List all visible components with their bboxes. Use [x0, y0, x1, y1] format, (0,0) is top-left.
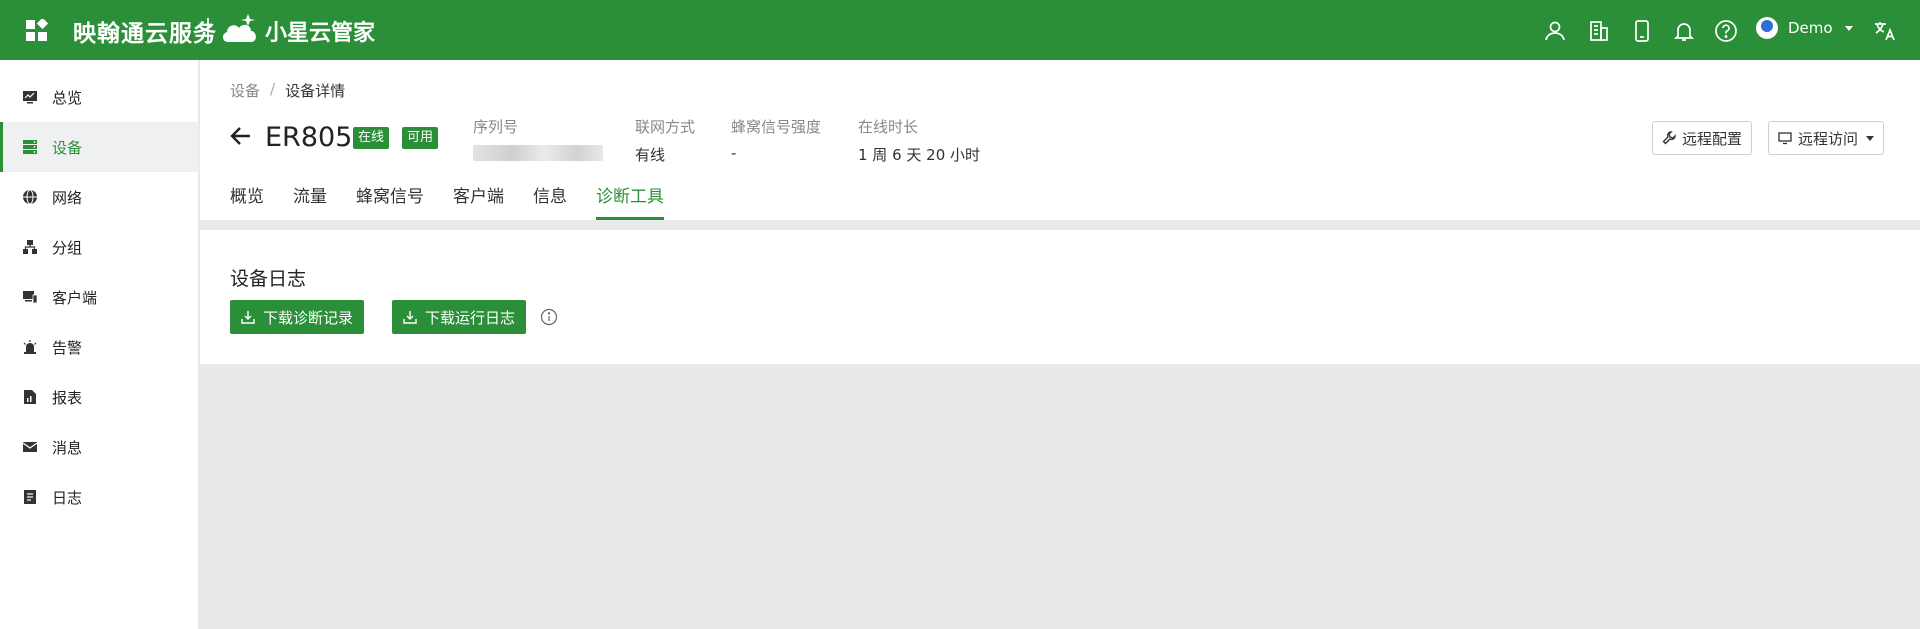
sidebar-item-label: 总览	[52, 88, 83, 107]
monitor-icon	[23, 91, 37, 104]
device-name: ER805	[265, 122, 353, 153]
remote-config-button[interactable]: 远程配置	[1652, 121, 1753, 155]
breadcrumb-current: 设备详情	[285, 82, 346, 100]
sidebar-item-overview[interactable]: 总览	[0, 72, 199, 122]
sidebar-item-reports[interactable]: 报表	[0, 372, 199, 422]
sidebar-item-devices[interactable]: 设备	[0, 122, 199, 172]
breadcrumb-root[interactable]: 设备	[230, 80, 260, 101]
desktop-icon	[1778, 132, 1792, 145]
sidebar: 总览 设备 网络 分组 客户端 告警 报表 消息 日志	[0, 60, 199, 629]
sidebar-item-clients[interactable]: 客户端	[0, 272, 199, 322]
tab-cellular[interactable]: 蜂窝信号	[356, 182, 424, 220]
apps-icon[interactable]	[25, 19, 49, 43]
sidebar-item-label: 网络	[52, 188, 83, 207]
remote-access-button[interactable]: 远程访问	[1768, 121, 1885, 155]
log-icon	[24, 490, 36, 504]
brand-divider	[207, 18, 209, 44]
breadcrumb-separator: /	[270, 80, 276, 98]
sidebar-item-label: 客户端	[52, 288, 98, 307]
tab-diagnostics[interactable]: 诊断工具	[596, 182, 664, 220]
device-tabs: 概览 流量 蜂窝信号 客户端 信息 诊断工具	[230, 182, 693, 220]
breadcrumb: 设备 / 设备详情	[230, 80, 345, 101]
clients-icon	[23, 291, 38, 304]
sidebar-item-alarms[interactable]: 告警	[0, 322, 199, 372]
info-icon[interactable]	[540, 308, 558, 326]
download-diagnostics-label: 下载诊断记录	[263, 308, 354, 327]
globe-icon	[23, 189, 37, 205]
sidebar-item-groups[interactable]: 分组	[0, 222, 199, 272]
product-name: 小星云管家	[265, 21, 376, 46]
uptime-value: 1 周 6 天 20 小时	[858, 146, 981, 164]
back-arrow-icon[interactable]	[230, 126, 252, 146]
brand-name: 映翰通云服务	[73, 21, 217, 47]
tab-overview[interactable]: 概览	[230, 182, 264, 220]
tab-clients[interactable]: 客户端	[453, 182, 504, 220]
avatar	[1756, 17, 1778, 39]
chevron-down-icon	[1866, 135, 1875, 141]
group-icon	[23, 240, 37, 254]
report-icon	[24, 390, 36, 404]
user-menu[interactable]: Demo	[1756, 17, 1853, 39]
sidebar-item-label: 分组	[52, 238, 83, 257]
download-runlog-button[interactable]: 下载运行日志	[392, 300, 527, 334]
uptime-label: 在线时长	[858, 118, 919, 136]
remote-config-label: 远程配置	[1682, 129, 1743, 148]
sidebar-item-label: 报表	[52, 388, 83, 407]
cloud-star-logo-icon	[222, 14, 256, 42]
tab-info[interactable]: 信息	[533, 182, 567, 220]
remote-access-label: 远程访问	[1798, 129, 1859, 148]
uptime-info: 在线时长 1 周 6 天 20 小时	[858, 116, 980, 165]
help-icon[interactable]	[1714, 19, 1738, 43]
device-log-card: 设备日志 下载诊断记录 下载运行日志	[200, 230, 1920, 364]
server-icon	[23, 140, 37, 154]
sidebar-item-label: 设备	[52, 138, 83, 157]
wrench-icon	[1662, 131, 1676, 145]
serial-label: 序列号	[473, 118, 519, 136]
mail-icon	[22, 442, 38, 452]
section-title: 设备日志	[230, 268, 307, 290]
sidebar-item-label: 消息	[52, 438, 83, 457]
chevron-down-icon	[1844, 25, 1853, 31]
tab-traffic[interactable]: 流量	[293, 182, 327, 220]
download-diagnostics-button[interactable]: 下载诊断记录	[230, 300, 365, 334]
cellular-info: 蜂窝信号强度 -	[731, 116, 821, 162]
sidebar-item-messages[interactable]: 消息	[0, 422, 199, 472]
translate-icon[interactable]	[1873, 19, 1897, 43]
download-icon	[241, 311, 255, 324]
status-badge-available: 可用	[402, 127, 439, 149]
cellular-label: 蜂窝信号强度	[731, 118, 822, 136]
sidebar-item-logs[interactable]: 日志	[0, 472, 199, 522]
user-icon[interactable]	[1543, 19, 1567, 43]
network-label: 联网方式	[635, 118, 696, 136]
download-icon	[403, 311, 417, 324]
network-value: 有线	[635, 146, 666, 164]
mobile-icon[interactable]	[1630, 19, 1654, 43]
device-header: 设备 / 设备详情 ER805 在线 可用 序列号 联网方式 有线 蜂窝信号强度…	[200, 60, 1920, 220]
sidebar-item-label: 日志	[52, 488, 83, 507]
status-badge-online: 在线	[353, 127, 390, 149]
bell-icon[interactable]	[1672, 19, 1696, 43]
cellular-value: -	[731, 144, 737, 162]
sidebar-item-label: 告警	[52, 338, 83, 357]
serial-info: 序列号	[473, 116, 603, 161]
network-info: 联网方式 有线	[635, 116, 695, 165]
alarm-icon	[23, 340, 37, 354]
download-runlog-label: 下载运行日志	[425, 308, 516, 327]
top-bar: 映翰通云服务 小星云管家 Demo	[0, 0, 1920, 60]
sidebar-item-network[interactable]: 网络	[0, 172, 199, 222]
user-name: Demo	[1788, 19, 1833, 37]
serial-value-blurred	[473, 145, 603, 161]
building-icon[interactable]	[1587, 19, 1611, 43]
